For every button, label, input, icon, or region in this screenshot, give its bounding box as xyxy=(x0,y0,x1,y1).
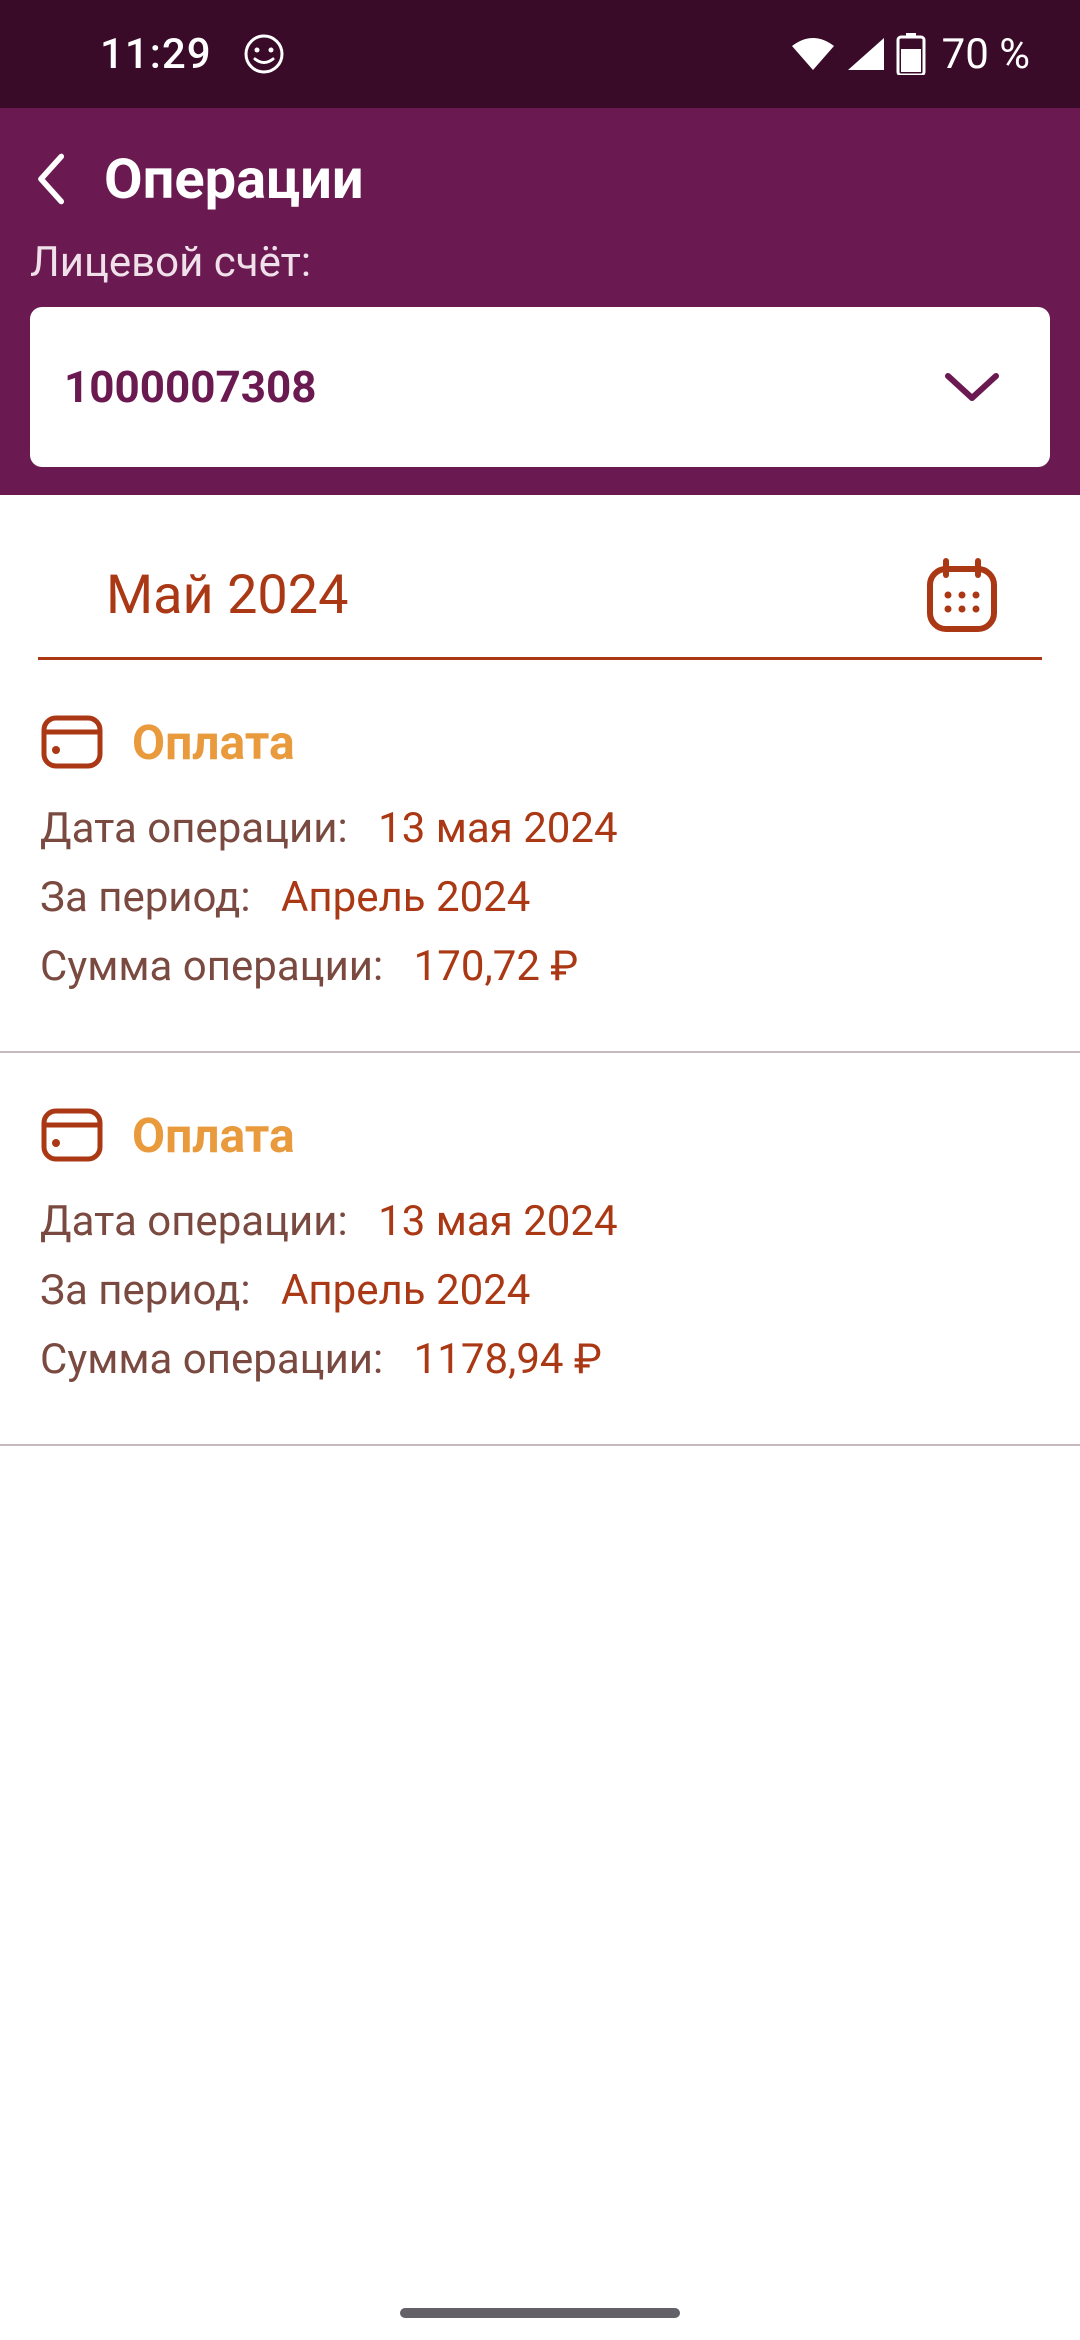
operation-date-value: 13 мая 2024 xyxy=(358,1197,618,1246)
wallet-icon xyxy=(40,1105,104,1165)
wallet-icon xyxy=(40,712,104,772)
app-header: Операции Лицевой счёт: 1000007308 xyxy=(0,108,1080,495)
operation-period-value: Апрель 2024 xyxy=(261,873,530,922)
operation-item[interactable]: Оплата Дата операции: 13 мая 2024 За пер… xyxy=(0,660,1080,1053)
calendar-icon xyxy=(922,555,1002,635)
wifi-icon xyxy=(790,36,836,72)
operation-item[interactable]: Оплата Дата операции: 13 мая 2024 За пер… xyxy=(0,1053,1080,1446)
month-label: Май 2024 xyxy=(106,564,348,627)
chevron-down-icon xyxy=(944,370,1000,404)
back-icon[interactable] xyxy=(30,152,70,206)
account-number: 1000007308 xyxy=(64,361,316,413)
operation-amount-value: 170,72 ₽ xyxy=(394,942,579,991)
operation-amount-label: Сумма операции: xyxy=(40,942,383,991)
page-title: Операции xyxy=(104,146,364,212)
status-app-icon xyxy=(242,32,286,76)
battery-icon xyxy=(896,33,926,75)
operation-period-value: Апрель 2024 xyxy=(261,1266,530,1315)
operation-date-label: Дата операции: xyxy=(40,804,348,853)
month-selector: Май 2024 xyxy=(38,495,1042,660)
status-bar: 11:29 70 % xyxy=(0,0,1080,108)
account-dropdown[interactable]: 1000007308 xyxy=(30,307,1050,467)
calendar-button[interactable] xyxy=(922,555,1002,635)
status-bar-left: 11:29 xyxy=(100,30,286,79)
header-title-row: Операции xyxy=(30,128,1050,230)
status-time: 11:29 xyxy=(100,30,212,79)
operation-amount-value: 1178,94 ₽ xyxy=(394,1335,602,1384)
operation-amount-label: Сумма операции: xyxy=(40,1335,383,1384)
operation-period-label: За период: xyxy=(40,873,251,922)
account-label: Лицевой счёт: xyxy=(30,230,1050,307)
operation-date-label: Дата операции: xyxy=(40,1197,348,1246)
battery-percentage: 70 % xyxy=(942,30,1030,79)
operation-period-label: За период: xyxy=(40,1266,251,1315)
home-indicator[interactable] xyxy=(400,2308,680,2318)
status-bar-right: 70 % xyxy=(790,30,1030,79)
cellular-signal-icon xyxy=(846,36,886,72)
operation-type: Оплата xyxy=(132,714,295,771)
operation-type: Оплата xyxy=(132,1107,295,1164)
operation-date-value: 13 мая 2024 xyxy=(358,804,618,853)
main-content: Май 2024 Оплата Д xyxy=(0,495,1080,1446)
